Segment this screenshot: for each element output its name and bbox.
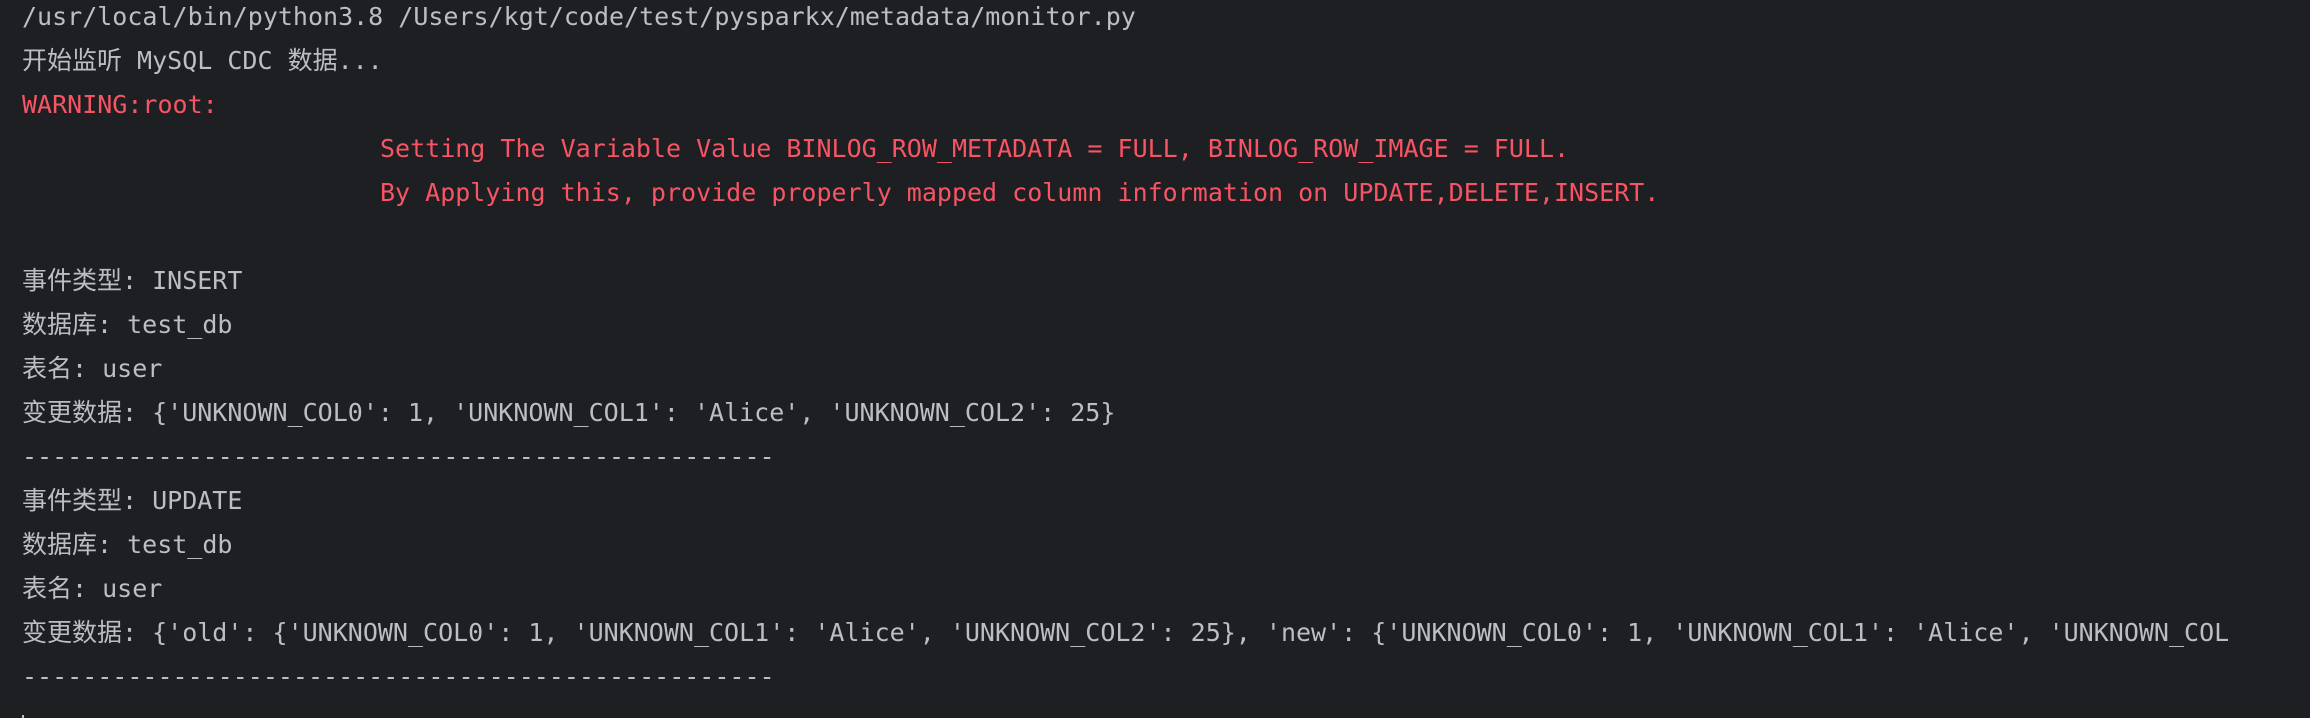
text-cursor (22, 714, 24, 718)
input-line[interactable] (22, 704, 2310, 718)
database-line: 数据库: test_db (22, 529, 233, 559)
table-name-line: 表名: user (22, 353, 163, 383)
separator-line: ----------------------------------------… (22, 441, 775, 471)
warning-line: WARNING:root: (22, 90, 218, 119)
table-name-line: 表名: user (22, 573, 163, 603)
warning-detail-line: By Applying this, provide properly mappe… (380, 178, 1660, 207)
change-data-line: 变更数据: {'UNKNOWN_COL0': 1, 'UNKNOWN_COL1'… (22, 397, 1116, 427)
database-line: 数据库: test_db (22, 309, 233, 339)
warning-detail-line: Setting The Variable Value BINLOG_ROW_ME… (380, 134, 1570, 163)
event-type-line: 事件类型: INSERT (22, 265, 243, 295)
command-line: /usr/local/bin/python3.8 /Users/kgt/code… (22, 2, 1136, 31)
run-console-output[interactable]: /usr/local/bin/python3.8 /Users/kgt/code… (0, 0, 2310, 718)
event-type-line: 事件类型: UPDATE (22, 485, 243, 515)
separator-line: ----------------------------------------… (22, 661, 775, 691)
change-data-line: 变更数据: {'old': {'UNKNOWN_COL0': 1, 'UNKNO… (22, 617, 2230, 647)
stdout-line: 开始监听 MySQL CDC 数据... (22, 46, 383, 75)
